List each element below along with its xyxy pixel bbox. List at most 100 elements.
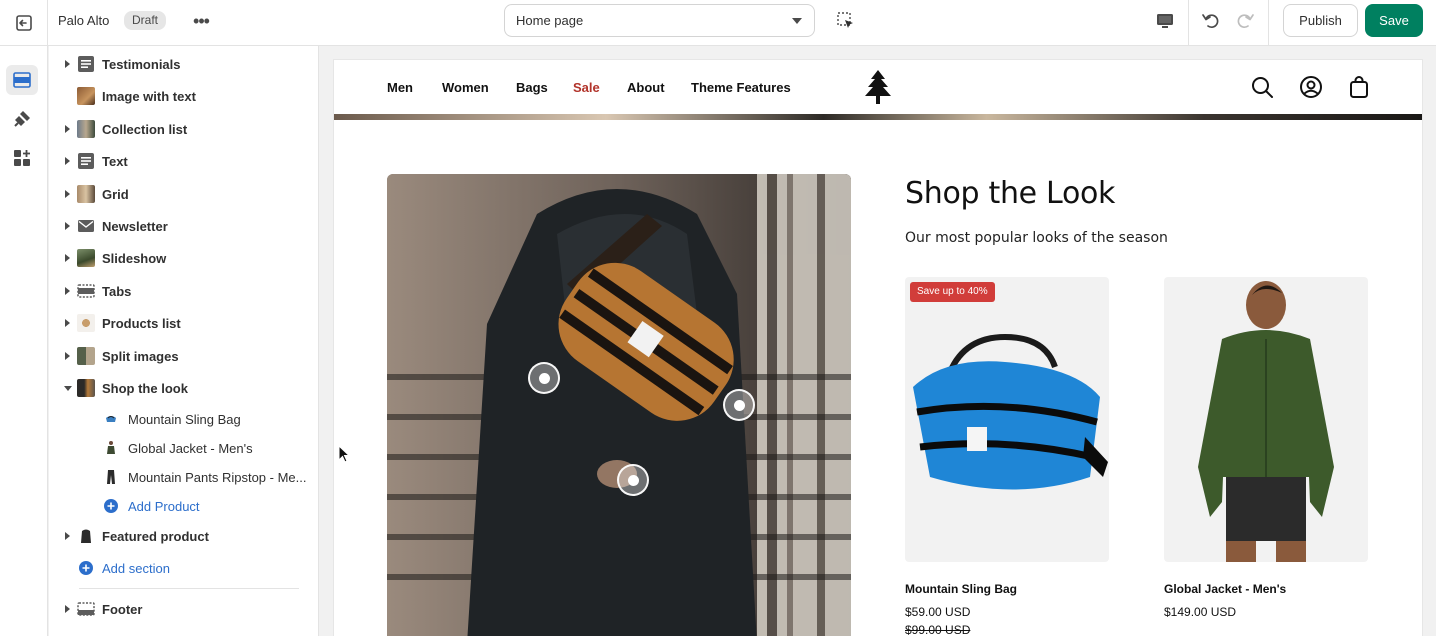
products-thumbnail bbox=[77, 314, 95, 332]
section-label: Grid bbox=[102, 186, 129, 202]
section-item-featured-product[interactable]: Featured product bbox=[49, 521, 318, 551]
plus-circle-icon bbox=[103, 498, 119, 514]
save-button[interactable]: Save bbox=[1365, 4, 1423, 37]
hotspot-marker[interactable] bbox=[528, 362, 560, 394]
product-card-title[interactable]: Global Jacket - Men's bbox=[1164, 582, 1286, 596]
expand-caret-icon[interactable] bbox=[65, 157, 70, 165]
collapse-caret-icon[interactable] bbox=[64, 385, 72, 391]
product-card-price: $149.00 USD bbox=[1164, 605, 1237, 619]
more-actions-button[interactable]: ••• bbox=[188, 10, 214, 32]
more-icon: ••• bbox=[193, 10, 210, 31]
page-selector-value: Home page bbox=[516, 13, 584, 28]
nav-link-about[interactable]: About bbox=[627, 80, 665, 95]
store-logo-tree-icon[interactable] bbox=[863, 69, 893, 105]
editor-rail bbox=[0, 46, 48, 636]
nav-link-sale[interactable]: Sale bbox=[573, 80, 600, 95]
editor-topbar: Palo Alto Draft ••• Home page Publish Sa… bbox=[0, 0, 1436, 46]
expand-caret-icon[interactable] bbox=[65, 532, 70, 540]
section-item-text[interactable]: Text bbox=[49, 146, 318, 176]
shop-the-look-image[interactable] bbox=[387, 174, 851, 636]
store-header: Men Women Bags Sale About Theme Features bbox=[334, 60, 1422, 114]
section-label: Text bbox=[102, 153, 128, 169]
nav-link-bags[interactable]: Bags bbox=[516, 80, 548, 95]
expand-caret-icon[interactable] bbox=[65, 222, 70, 230]
section-item-products-list[interactable]: Products list bbox=[49, 308, 318, 338]
nav-link-women[interactable]: Women bbox=[442, 80, 489, 95]
green-jacket-model-image bbox=[1198, 281, 1334, 562]
section-item-slideshow[interactable]: Slideshow bbox=[49, 243, 318, 273]
envelope-icon bbox=[77, 217, 95, 235]
section-label: Tabs bbox=[102, 283, 132, 299]
section-item-split-images[interactable]: Split images bbox=[49, 341, 318, 371]
product-card-title[interactable]: Mountain Sling Bag bbox=[905, 582, 1017, 596]
hotspot-marker[interactable] bbox=[723, 389, 755, 421]
section-label: Shop the look bbox=[102, 380, 188, 396]
jacket-thumbnail bbox=[103, 440, 119, 456]
section-item-grid[interactable]: Grid bbox=[49, 179, 318, 209]
product-card-image[interactable]: Save up to 40% bbox=[905, 277, 1109, 562]
select-cursor-icon bbox=[837, 12, 853, 28]
slideshow-thumbnail bbox=[77, 249, 95, 267]
account-icon[interactable] bbox=[1299, 75, 1323, 99]
section-item-footer[interactable]: Footer bbox=[49, 594, 318, 624]
page-selector[interactable]: Home page bbox=[504, 4, 815, 37]
sale-badge: Save up to 40% bbox=[910, 282, 995, 302]
product-card-price: $59.00 USD bbox=[905, 605, 971, 619]
undo-button[interactable] bbox=[1198, 8, 1224, 34]
section-item-tabs[interactable]: Tabs bbox=[49, 276, 318, 306]
product-card-image[interactable] bbox=[1164, 277, 1368, 562]
expand-caret-icon[interactable] bbox=[65, 287, 70, 295]
paintbrush-icon bbox=[14, 111, 30, 127]
section-item-testimonials[interactable]: Testimonials bbox=[49, 49, 318, 79]
inspector-toggle-button[interactable] bbox=[834, 9, 858, 33]
block-label: Mountain Pants Ripstop - Me... bbox=[128, 469, 307, 485]
section-item-shop-the-look[interactable]: Shop the look bbox=[49, 373, 318, 403]
theme-settings-tab[interactable] bbox=[6, 104, 38, 134]
add-section-button[interactable]: Add section bbox=[49, 553, 318, 583]
search-icon[interactable] bbox=[1250, 75, 1274, 99]
expand-caret-icon[interactable] bbox=[65, 319, 70, 327]
block-item-mountain-pants[interactable]: Mountain Pants Ripstop - Me... bbox=[49, 462, 318, 492]
hotspot-marker[interactable] bbox=[617, 464, 649, 496]
exit-icon bbox=[15, 15, 32, 31]
section-label: Featured product bbox=[102, 528, 209, 544]
expand-caret-icon[interactable] bbox=[65, 605, 70, 613]
collection-thumbnail bbox=[77, 120, 95, 138]
section-item-image-with-text[interactable]: Image with text bbox=[49, 81, 318, 111]
section-label: Newsletter bbox=[102, 218, 168, 234]
desktop-icon bbox=[1157, 14, 1173, 28]
redo-button[interactable] bbox=[1232, 8, 1258, 34]
expand-caret-icon[interactable] bbox=[65, 352, 70, 360]
app-embeds-tab[interactable] bbox=[6, 143, 38, 173]
section-item-newsletter[interactable]: Newsletter bbox=[49, 211, 318, 241]
split-thumbnail bbox=[77, 347, 95, 365]
section-label: Split images bbox=[102, 348, 179, 364]
publish-button[interactable]: Publish bbox=[1283, 4, 1358, 37]
section-item-collection-list[interactable]: Collection list bbox=[49, 114, 318, 144]
expand-caret-icon[interactable] bbox=[65, 60, 70, 68]
exit-editor-button[interactable] bbox=[0, 0, 48, 46]
pants-thumbnail bbox=[103, 469, 119, 485]
block-item-global-jacket[interactable]: Global Jacket - Men's bbox=[49, 433, 318, 463]
blue-sling-bag-image bbox=[913, 333, 1108, 490]
cart-bag-icon[interactable] bbox=[1347, 75, 1371, 99]
section-label: Image with text bbox=[102, 88, 196, 104]
bag-thumbnail bbox=[103, 411, 119, 427]
nav-link-theme-features[interactable]: Theme Features bbox=[691, 80, 791, 95]
block-label: Mountain Sling Bag bbox=[128, 411, 241, 427]
product-card-compare-price: $99.00 USD bbox=[905, 623, 971, 636]
add-product-button[interactable]: Add Product bbox=[49, 491, 318, 521]
text-block-icon bbox=[77, 55, 95, 73]
store-name: Palo Alto bbox=[58, 13, 110, 28]
nav-link-men[interactable]: Men bbox=[387, 80, 413, 95]
block-item-mountain-sling-bag[interactable]: Mountain Sling Bag bbox=[49, 404, 318, 434]
topbar-divider bbox=[1268, 0, 1269, 46]
sections-tab[interactable] bbox=[6, 65, 38, 95]
expand-caret-icon[interactable] bbox=[65, 125, 70, 133]
desktop-preview-button[interactable] bbox=[1152, 8, 1178, 34]
image-thumbnail bbox=[77, 87, 95, 105]
chevron-down-icon bbox=[792, 18, 802, 24]
expand-caret-icon[interactable] bbox=[65, 190, 70, 198]
expand-caret-icon[interactable] bbox=[65, 254, 70, 262]
store-preview: Men Women Bags Sale About Theme Features bbox=[334, 60, 1422, 636]
